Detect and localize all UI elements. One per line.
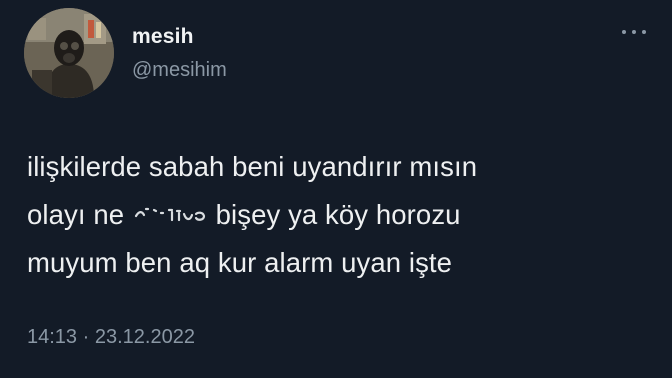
timestamp-separator: · — [82, 326, 90, 348]
avatar[interactable] — [24, 8, 114, 98]
tweet-time: 14:13 — [27, 326, 78, 348]
more-dot — [632, 30, 636, 34]
tweet-line-2-start: olayı ne — [27, 199, 125, 230]
user-handle[interactable]: @mesihim — [132, 58, 227, 82]
tweet-timestamp[interactable]: 14:13 · 23.12.2022 — [27, 324, 195, 350]
tweet-line-2: olayı ne bişey ya köy horozu — [27, 191, 647, 239]
avatar-image — [24, 8, 114, 98]
tweet-date: 23.12.2022 — [94, 326, 195, 348]
tweet-line-2-end: bişey ya köy horozu — [215, 199, 461, 230]
more-dot — [622, 30, 626, 34]
tweet-card: mesih @mesihim ilişkilerde sabah beni uy… — [0, 0, 672, 378]
tweet-line-3: muyum ben aq kur alarm uyan işte — [27, 247, 453, 278]
more-options-icon[interactable] — [622, 26, 646, 38]
tweet-text: ilişkilerde sabah beni uyandırır mısın o… — [27, 143, 647, 287]
tweet-line-1: ilişkilerde sabah beni uyandırır mısın — [27, 151, 478, 182]
more-dot — [642, 30, 646, 34]
display-name[interactable]: mesih — [132, 24, 227, 50]
censored-word-scribble — [132, 195, 208, 222]
author-info: mesih @mesihim — [132, 24, 227, 82]
